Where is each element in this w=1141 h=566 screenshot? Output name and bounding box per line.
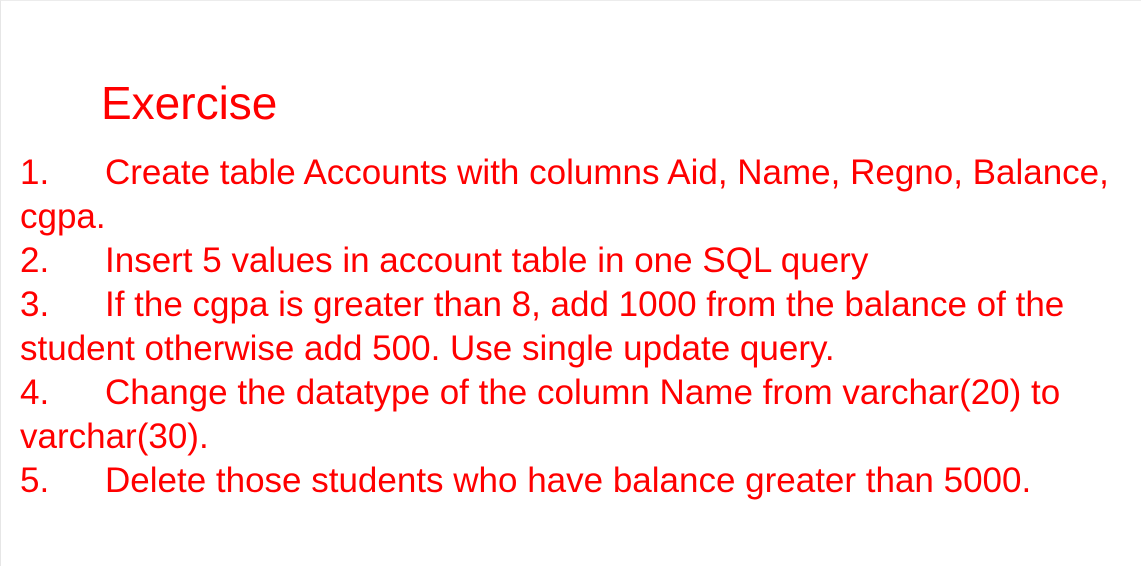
item-text: Change the datatype of the column Name f… bbox=[20, 373, 1061, 456]
list-item: 4. Change the datatype of the column Name… bbox=[20, 371, 1120, 459]
slide: Exercise 1. Create table Accounts with co… bbox=[0, 0, 1141, 566]
list-item: 5. Delete those students who have balance… bbox=[20, 459, 1120, 503]
item-number: 1. bbox=[20, 153, 50, 192]
item-number: 5. bbox=[20, 461, 50, 500]
item-text: If the cgpa is greater than 8, add 1000 … bbox=[20, 285, 1065, 368]
list-item: 3. If the cgpa is greater than 8, add 100… bbox=[20, 283, 1120, 371]
slide-title: Exercise bbox=[101, 77, 278, 129]
exercise-list: 1. Create table Accounts with columns Aid… bbox=[20, 151, 1120, 503]
item-text: Insert 5 values in account table in one … bbox=[105, 241, 869, 280]
item-number: 2. bbox=[20, 241, 50, 280]
item-text: Delete those students who have balance g… bbox=[105, 461, 1032, 500]
item-number: 3. bbox=[20, 285, 50, 324]
list-item: 1. Create table Accounts with columns Aid… bbox=[20, 151, 1120, 239]
item-text: Create table Accounts with columns Aid, … bbox=[20, 153, 1109, 236]
item-number: 4. bbox=[20, 373, 50, 412]
list-item: 2. Insert 5 values in account table in on… bbox=[20, 239, 1120, 283]
